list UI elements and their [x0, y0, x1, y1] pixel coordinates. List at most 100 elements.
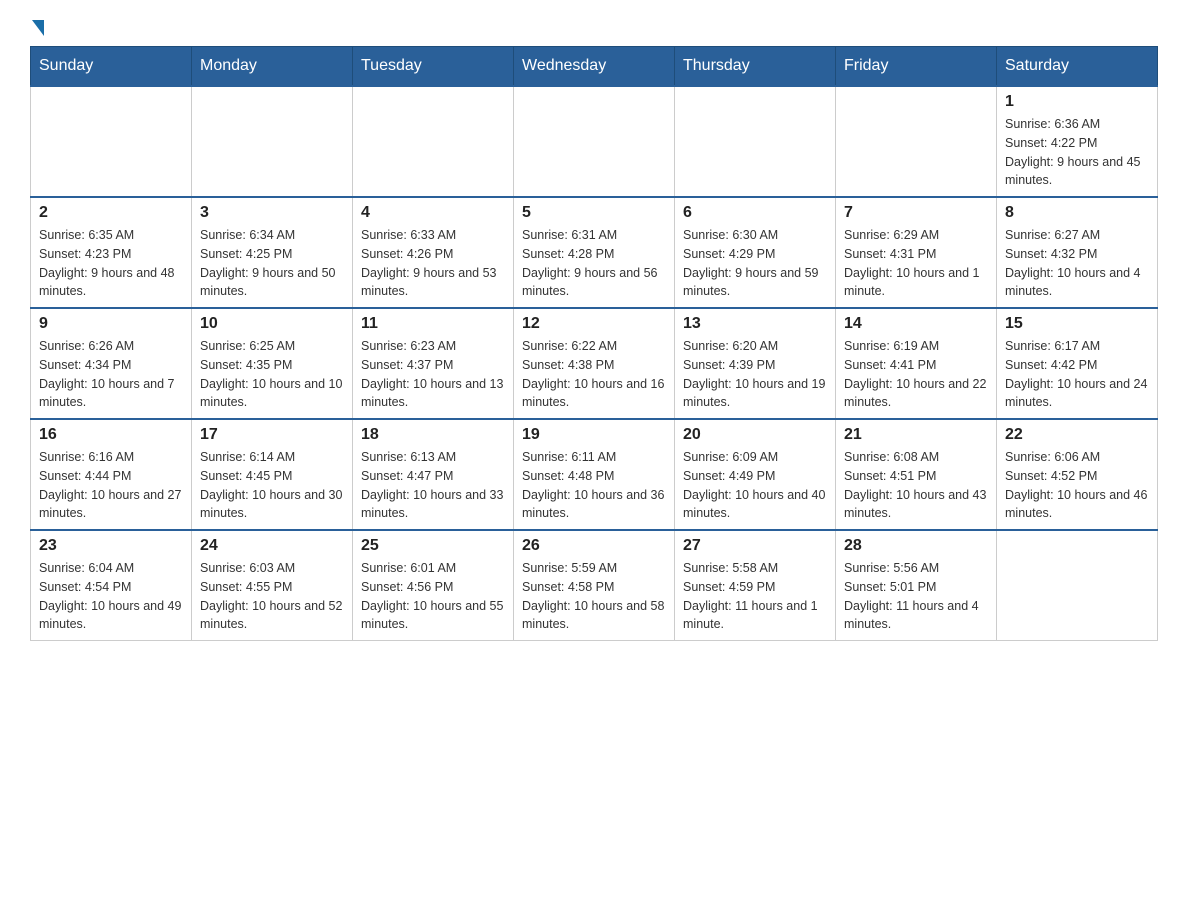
calendar-cell: 17 Sunrise: 6:14 AM Sunset: 4:45 PM Dayli… [192, 419, 353, 530]
day-header-sunday: Sunday [31, 47, 192, 87]
calendar-cell: 27 Sunrise: 5:58 AM Sunset: 4:59 PM Dayli… [675, 530, 836, 641]
calendar-cell: 26Sunrise: 5:59 AM Sunset: 4:58 PM Dayli… [514, 530, 675, 641]
day-info: Sunrise: 6:13 AM Sunset: 4:47 PM Dayligh… [361, 448, 505, 523]
calendar-cell: 18 Sunrise: 6:13 AM Sunset: 4:47 PM Dayli… [353, 419, 514, 530]
day-info: Sunrise: 6:20 AM Sunset: 4:39 PM Dayligh… [683, 337, 827, 412]
day-number: 24 [200, 537, 344, 555]
day-header-thursday: Thursday [675, 47, 836, 87]
page-header [30, 20, 1158, 36]
day-info: Sunrise: 6:22 AM Sunset: 4:38 PM Dayligh… [522, 337, 666, 412]
calendar-cell: 10 Sunrise: 6:25 AM Sunset: 4:35 PM Dayli… [192, 308, 353, 419]
calendar-cell: 1 Sunrise: 6:36 AM Sunset: 4:22 PM Daylig… [997, 86, 1158, 197]
calendar-cell [836, 86, 997, 197]
calendar-cell: 6 Sunrise: 6:30 AM Sunset: 4:29 PM Daylig… [675, 197, 836, 308]
day-number: 4 [361, 204, 505, 222]
day-number: 11 [361, 315, 505, 333]
day-info: Sunrise: 6:31 AM Sunset: 4:28 PM Dayligh… [522, 226, 666, 301]
logo [30, 20, 46, 36]
day-number: 9 [39, 315, 183, 333]
day-info: Sunrise: 5:56 AM Sunset: 5:01 PM Dayligh… [844, 559, 988, 634]
day-number: 8 [1005, 204, 1149, 222]
day-info: Sunrise: 6:34 AM Sunset: 4:25 PM Dayligh… [200, 226, 344, 301]
calendar-table: SundayMondayTuesdayWednesdayThursdayFrid… [30, 46, 1158, 641]
day-info: Sunrise: 6:29 AM Sunset: 4:31 PM Dayligh… [844, 226, 988, 301]
day-info: Sunrise: 6:03 AM Sunset: 4:55 PM Dayligh… [200, 559, 344, 634]
day-number: 15 [1005, 315, 1149, 333]
day-number: 5 [522, 204, 666, 222]
calendar-cell: 23 Sunrise: 6:04 AM Sunset: 4:54 PM Dayli… [31, 530, 192, 641]
calendar-cell: 14 Sunrise: 6:19 AM Sunset: 4:41 PM Dayli… [836, 308, 997, 419]
day-header-friday: Friday [836, 47, 997, 87]
calendar-cell: 25 Sunrise: 6:01 AM Sunset: 4:56 PM Dayli… [353, 530, 514, 641]
calendar-cell [675, 86, 836, 197]
calendar-cell: 9 Sunrise: 6:26 AM Sunset: 4:34 PM Daylig… [31, 308, 192, 419]
calendar-cell [192, 86, 353, 197]
day-info: Sunrise: 6:23 AM Sunset: 4:37 PM Dayligh… [361, 337, 505, 412]
day-number: 13 [683, 315, 827, 333]
day-header-monday: Monday [192, 47, 353, 87]
day-info: Sunrise: 6:25 AM Sunset: 4:35 PM Dayligh… [200, 337, 344, 412]
day-number: 3 [200, 204, 344, 222]
calendar-week-row: 16Sunrise: 6:16 AM Sunset: 4:44 PM Dayli… [31, 419, 1158, 530]
day-number: 27 [683, 537, 827, 555]
calendar-cell: 2 Sunrise: 6:35 AM Sunset: 4:23 PM Daylig… [31, 197, 192, 308]
day-info: Sunrise: 6:35 AM Sunset: 4:23 PM Dayligh… [39, 226, 183, 301]
calendar-cell: 22 Sunrise: 6:06 AM Sunset: 4:52 PM Dayli… [997, 419, 1158, 530]
day-number: 19 [522, 426, 666, 444]
day-info: Sunrise: 5:58 AM Sunset: 4:59 PM Dayligh… [683, 559, 827, 634]
calendar-cell: 8 Sunrise: 6:27 AM Sunset: 4:32 PM Daylig… [997, 197, 1158, 308]
day-info: Sunrise: 6:08 AM Sunset: 4:51 PM Dayligh… [844, 448, 988, 523]
day-info: Sunrise: 6:17 AM Sunset: 4:42 PM Dayligh… [1005, 337, 1149, 412]
calendar-cell: 11 Sunrise: 6:23 AM Sunset: 4:37 PM Dayli… [353, 308, 514, 419]
day-info: Sunrise: 6:19 AM Sunset: 4:41 PM Dayligh… [844, 337, 988, 412]
day-number: 10 [200, 315, 344, 333]
calendar-cell: 20 Sunrise: 6:09 AM Sunset: 4:49 PM Dayli… [675, 419, 836, 530]
day-number: 25 [361, 537, 505, 555]
calendar-cell: 12 Sunrise: 6:22 AM Sunset: 4:38 PM Dayli… [514, 308, 675, 419]
day-header-saturday: Saturday [997, 47, 1158, 87]
day-info: Sunrise: 6:27 AM Sunset: 4:32 PM Dayligh… [1005, 226, 1149, 301]
calendar-week-row: 1 Sunrise: 6:36 AM Sunset: 4:22 PM Daylig… [31, 86, 1158, 197]
day-info: Sunrise: 6:01 AM Sunset: 4:56 PM Dayligh… [361, 559, 505, 634]
day-info: Sunrise: 6:26 AM Sunset: 4:34 PM Dayligh… [39, 337, 183, 412]
day-info: Sunrise: 6:09 AM Sunset: 4:49 PM Dayligh… [683, 448, 827, 523]
calendar-week-row: 9 Sunrise: 6:26 AM Sunset: 4:34 PM Daylig… [31, 308, 1158, 419]
day-header-wednesday: Wednesday [514, 47, 675, 87]
day-number: 22 [1005, 426, 1149, 444]
day-info: Sunrise: 6:36 AM Sunset: 4:22 PM Dayligh… [1005, 115, 1149, 190]
calendar-cell [514, 86, 675, 197]
day-info: Sunrise: 6:33 AM Sunset: 4:26 PM Dayligh… [361, 226, 505, 301]
day-number: 12 [522, 315, 666, 333]
day-number: 18 [361, 426, 505, 444]
day-number: 6 [683, 204, 827, 222]
day-number: 23 [39, 537, 183, 555]
day-number: 21 [844, 426, 988, 444]
calendar-week-row: 2 Sunrise: 6:35 AM Sunset: 4:23 PM Daylig… [31, 197, 1158, 308]
calendar-week-row: 23 Sunrise: 6:04 AM Sunset: 4:54 PM Dayli… [31, 530, 1158, 641]
day-info: Sunrise: 6:16 AM Sunset: 4:44 PM Dayligh… [39, 448, 183, 523]
day-number: 2 [39, 204, 183, 222]
calendar-header-row: SundayMondayTuesdayWednesdayThursdayFrid… [31, 47, 1158, 87]
calendar-cell: 16Sunrise: 6:16 AM Sunset: 4:44 PM Dayli… [31, 419, 192, 530]
day-header-tuesday: Tuesday [353, 47, 514, 87]
day-info: Sunrise: 5:59 AM Sunset: 4:58 PM Dayligh… [522, 559, 666, 634]
calendar-cell: 4 Sunrise: 6:33 AM Sunset: 4:26 PM Daylig… [353, 197, 514, 308]
day-number: 17 [200, 426, 344, 444]
calendar-cell [353, 86, 514, 197]
calendar-cell: 28 Sunrise: 5:56 AM Sunset: 5:01 PM Dayli… [836, 530, 997, 641]
day-info: Sunrise: 6:30 AM Sunset: 4:29 PM Dayligh… [683, 226, 827, 301]
logo-arrow-icon [32, 20, 44, 36]
day-number: 14 [844, 315, 988, 333]
calendar-cell [31, 86, 192, 197]
day-info: Sunrise: 6:11 AM Sunset: 4:48 PM Dayligh… [522, 448, 666, 523]
day-number: 28 [844, 537, 988, 555]
calendar-cell [997, 530, 1158, 641]
day-number: 20 [683, 426, 827, 444]
calendar-cell: 7Sunrise: 6:29 AM Sunset: 4:31 PM Daylig… [836, 197, 997, 308]
calendar-cell: 21 Sunrise: 6:08 AM Sunset: 4:51 PM Dayli… [836, 419, 997, 530]
day-number: 1 [1005, 93, 1149, 111]
calendar-cell: 3 Sunrise: 6:34 AM Sunset: 4:25 PM Daylig… [192, 197, 353, 308]
day-info: Sunrise: 6:14 AM Sunset: 4:45 PM Dayligh… [200, 448, 344, 523]
day-info: Sunrise: 6:04 AM Sunset: 4:54 PM Dayligh… [39, 559, 183, 634]
day-info: Sunrise: 6:06 AM Sunset: 4:52 PM Dayligh… [1005, 448, 1149, 523]
